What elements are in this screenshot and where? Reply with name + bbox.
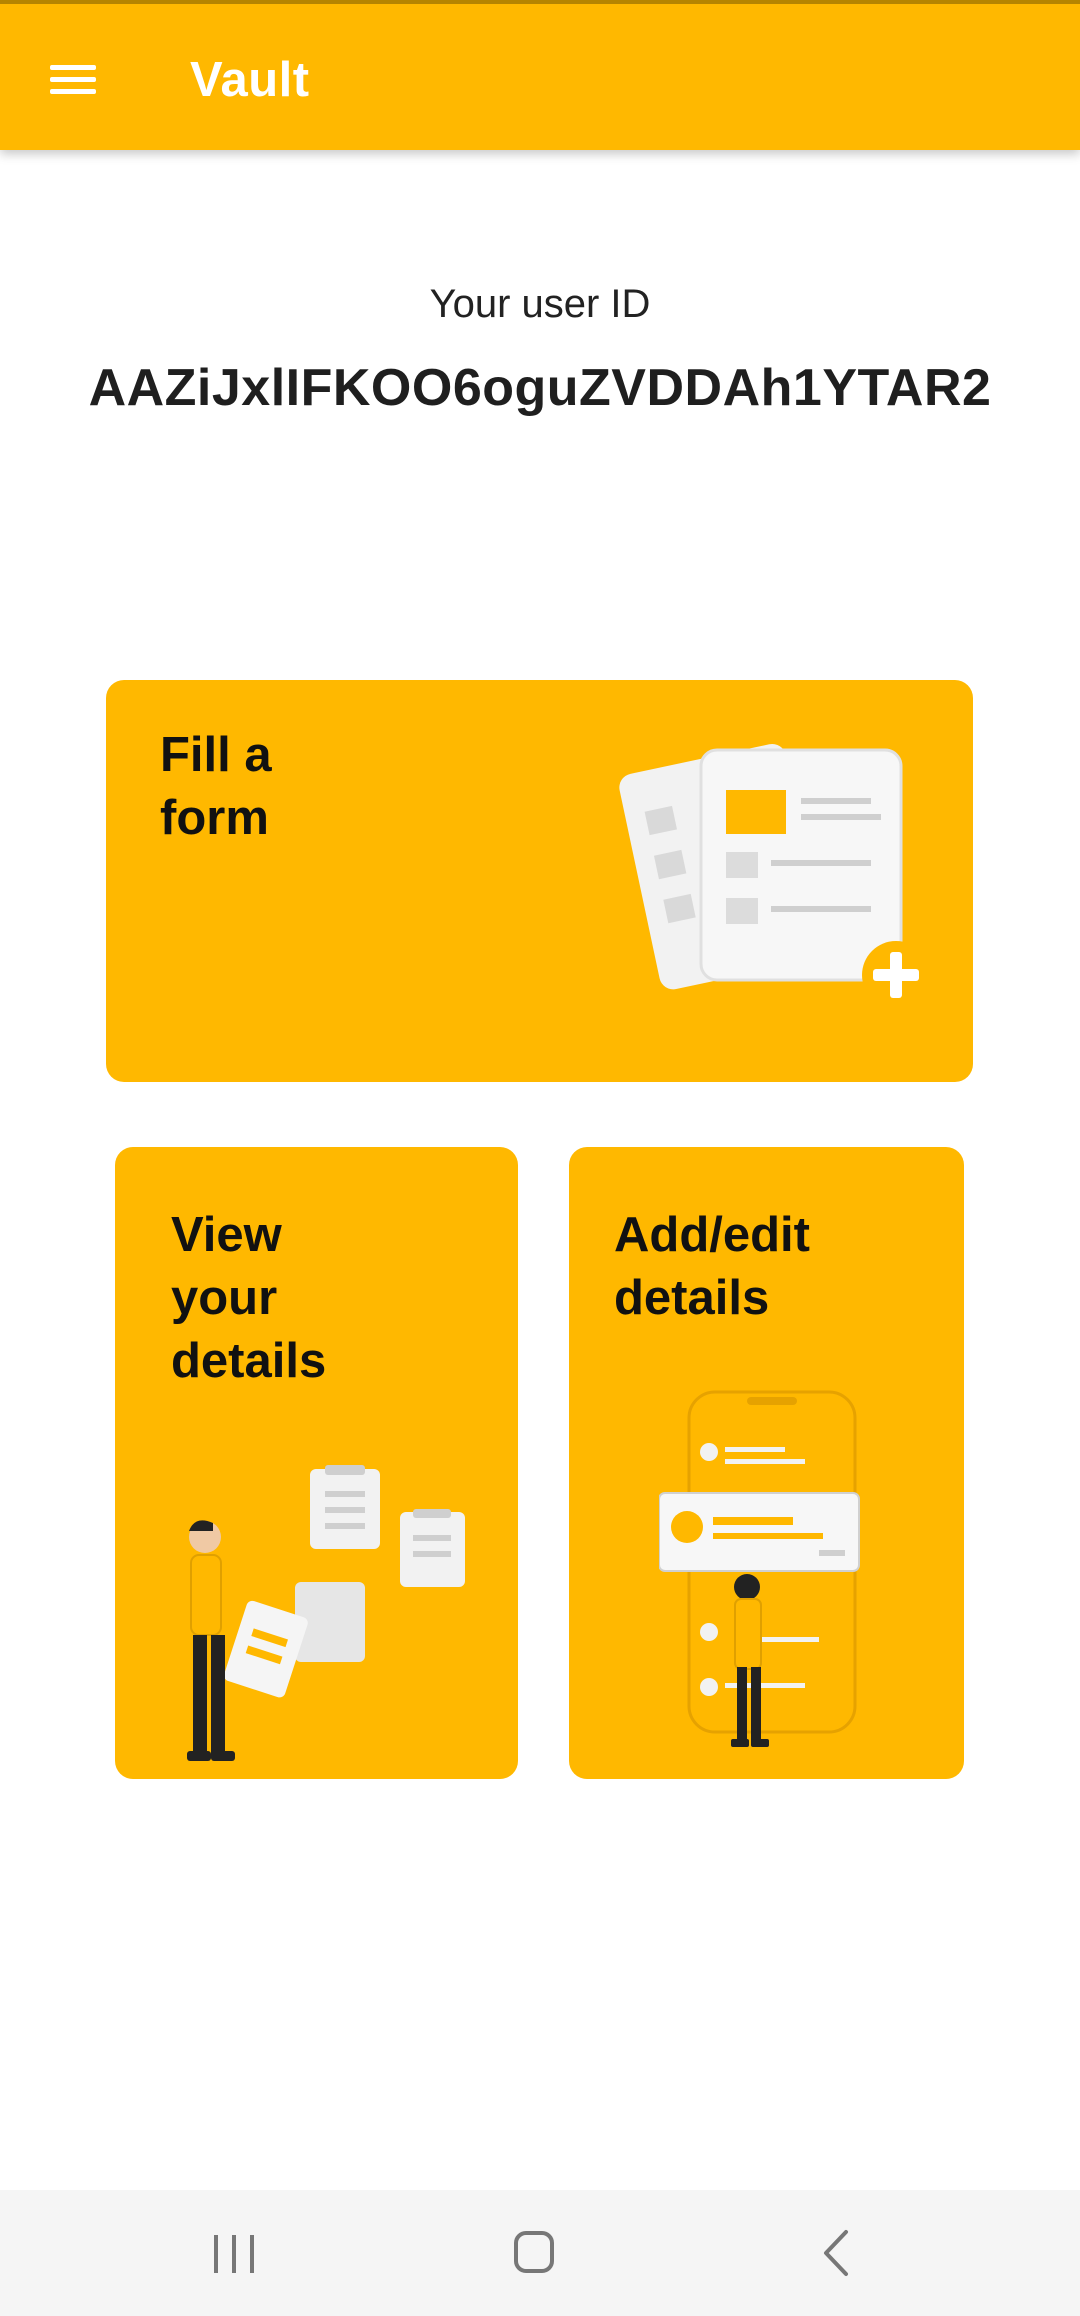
view-details-label: View your details	[171, 1208, 327, 1388]
user-id-value: AAZiJxlIFKOO6oguZVDDAh1YTAR2	[88, 359, 992, 417]
phone-profile-card-illustration	[659, 1390, 860, 1747]
recents-icon[interactable]	[194, 2220, 274, 2286]
add-edit-details-card[interactable]: Add/edit details	[569, 1147, 964, 1779]
hamburger-menu-icon[interactable]	[44, 54, 104, 104]
view-details-card[interactable]: View your details	[115, 1147, 518, 1779]
app-title: Vault	[190, 53, 310, 107]
documents-add-illustration	[619, 743, 930, 1009]
fill-form-card[interactable]: Fill a form	[106, 680, 973, 1082]
back-icon[interactable]	[798, 2220, 878, 2286]
user-id-label: Your user ID	[429, 282, 651, 326]
add-edit-details-label: Add/edit details	[614, 1208, 810, 1325]
app-bar: Vault	[0, 0, 1080, 150]
system-nav-bar	[0, 2190, 1080, 2316]
home-icon[interactable]	[494, 2220, 574, 2286]
person-with-notes-illustration	[187, 1465, 465, 1761]
fill-form-label: Fill a form	[160, 728, 272, 845]
